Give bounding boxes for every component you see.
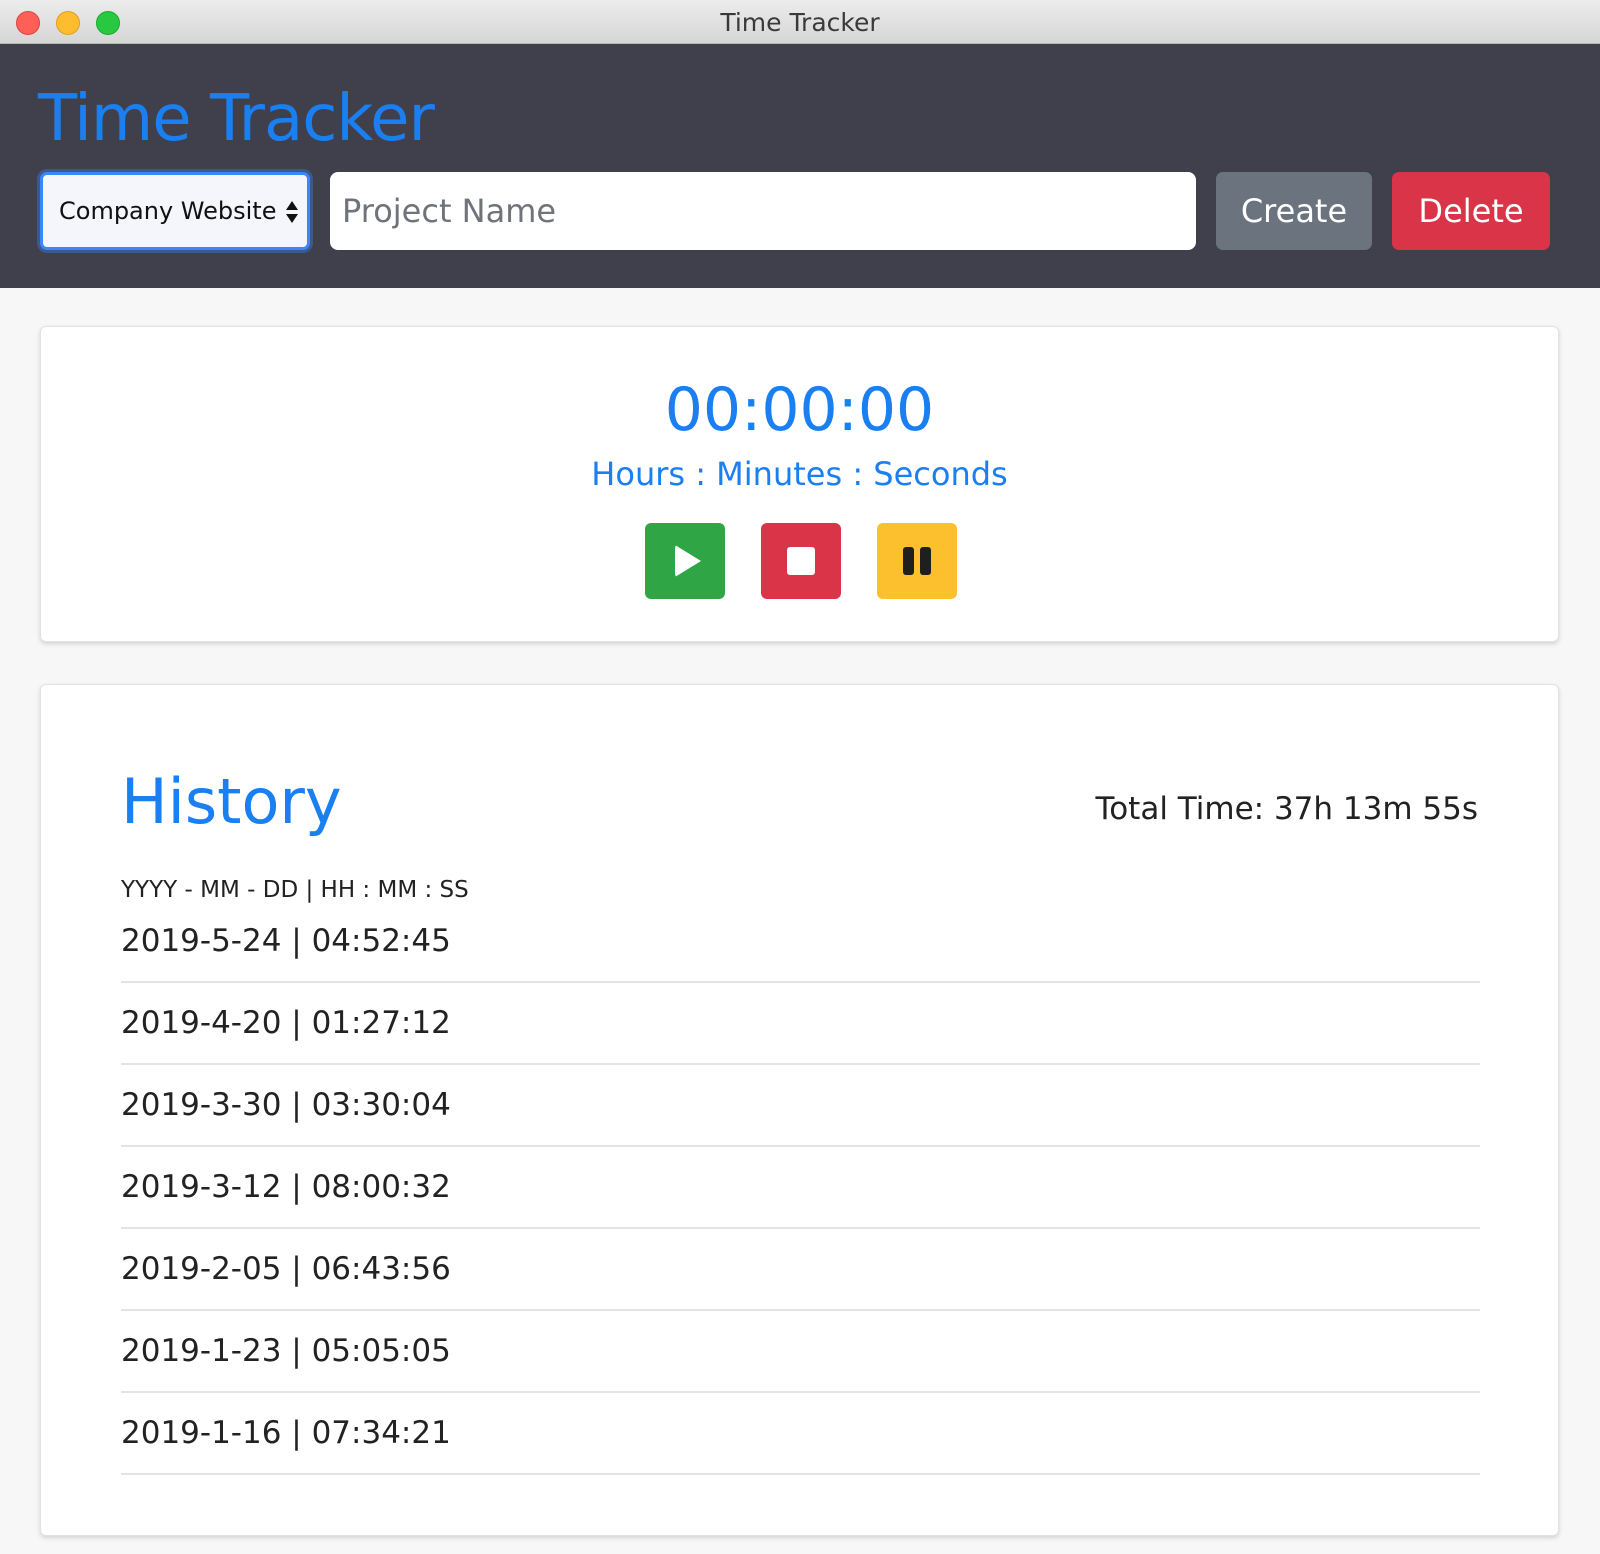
- total-time: Total Time: 37h 13m 55s: [1095, 791, 1478, 827]
- title-bar: Time Tracker: [0, 0, 1600, 44]
- timer-units-label: Hours : Minutes : Seconds: [591, 455, 1008, 493]
- history-entry: 2019-1-23 | 05:05:05: [121, 1311, 1480, 1393]
- select-arrows-icon: [285, 197, 299, 227]
- stop-icon: [787, 547, 815, 575]
- history-entry: 2019-2-05 | 06:43:56: [121, 1229, 1480, 1311]
- history-entry: 2019-4-20 | 01:27:12: [121, 983, 1480, 1065]
- project-select[interactable]: Company Website: [40, 172, 310, 250]
- pause-icon: [903, 547, 931, 575]
- stop-button[interactable]: [761, 523, 841, 599]
- timer-card: 00:00:00 Hours : Minutes : Seconds: [40, 326, 1559, 642]
- history-card: History Total Time: 37h 13m 55s YYYY - M…: [40, 684, 1559, 1536]
- app-header: Time Tracker Company Website Create Dele…: [0, 44, 1600, 288]
- timer-display: 00:00:00: [664, 375, 935, 445]
- app-window: Time Tracker Time Tracker Company Websit…: [0, 0, 1600, 1554]
- app-title: Time Tracker: [38, 82, 435, 156]
- play-icon: [675, 545, 701, 577]
- history-title: History: [121, 765, 342, 838]
- history-entry: 2019-3-12 | 08:00:32: [121, 1147, 1480, 1229]
- start-button[interactable]: [645, 523, 725, 599]
- delete-button[interactable]: Delete: [1392, 172, 1550, 250]
- history-list: 2019-5-24 | 04:52:45 2019-4-20 | 01:27:1…: [121, 901, 1480, 1475]
- date-format-hint: YYYY - MM - DD | HH : MM : SS: [121, 877, 469, 903]
- project-name-input[interactable]: [330, 172, 1196, 250]
- history-entry: 2019-5-24 | 04:52:45: [121, 901, 1480, 983]
- window-title: Time Tracker: [720, 8, 880, 37]
- history-entry: 2019-3-30 | 03:30:04: [121, 1065, 1480, 1147]
- pause-button[interactable]: [877, 523, 957, 599]
- project-select-value: Company Website: [59, 197, 277, 225]
- history-entry: 2019-1-16 | 07:34:21: [121, 1393, 1480, 1475]
- create-button[interactable]: Create: [1216, 172, 1372, 250]
